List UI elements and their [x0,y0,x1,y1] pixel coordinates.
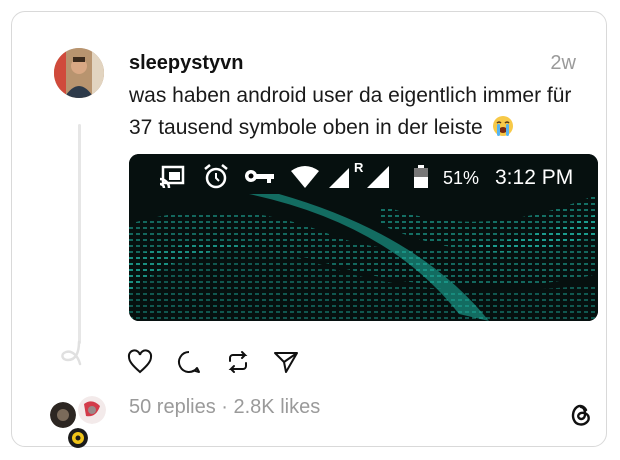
share-icon[interactable] [273,349,299,375]
cast-icon [159,165,185,189]
wifi-icon [291,166,319,188]
roaming-label: R [354,160,364,175]
post-media-image[interactable]: R 51% 3:12 PM [129,154,598,321]
engagement-stats[interactable]: 50 replies · 2.8K likes [129,396,320,419]
post-timestamp: 2w [550,52,576,74]
android-status-bar: R 51% 3:12 PM [129,154,598,200]
avatar-photo [54,48,104,98]
thread-post-card[interactable]: sleepystyvn 2w was haben android user da… [11,11,607,448]
alarm-clock-icon [204,164,228,189]
battery-percentage: 51% [443,168,480,188]
vpn-key-icon [245,170,274,183]
comment-icon[interactable] [176,349,202,375]
reply-avatar-1 [50,402,76,428]
thread-loop-icon [61,340,82,366]
signal-roaming-icon [329,168,349,188]
status-clock: 3:12 PM [495,166,574,189]
loudly-crying-face-emoji [491,114,515,148]
threads-logo-icon[interactable] [569,402,593,428]
heart-icon[interactable] [127,349,153,375]
reply-avatar-2 [78,396,106,424]
battery-icon [414,165,428,188]
post-text: was haben android user da eigentlich imm… [129,80,599,148]
signal-icon [367,166,389,188]
repost-icon[interactable] [225,349,251,375]
thread-line [78,124,81,344]
reply-avatar-3 [68,428,88,448]
avatar[interactable] [54,48,104,98]
username[interactable]: sleepystyvn [129,52,244,75]
